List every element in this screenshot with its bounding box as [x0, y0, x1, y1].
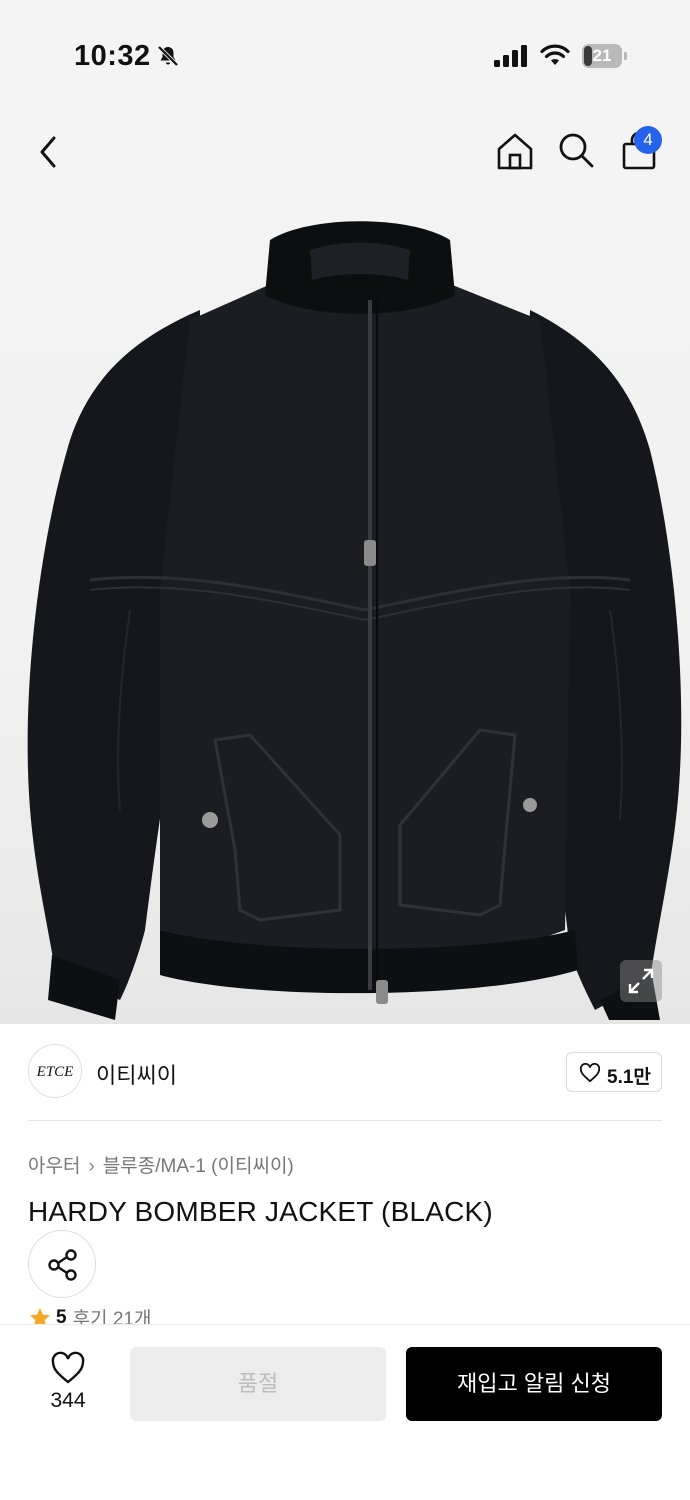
heart-icon — [579, 1063, 601, 1083]
bottom-action-bar: 344 품절 재입고 알림 신청 — [0, 1324, 690, 1500]
product-title: HARDY BOMBER JACKET (BLACK) — [28, 1196, 493, 1227]
expand-icon — [628, 968, 654, 994]
chevron-right-icon: › — [88, 1156, 95, 1177]
search-icon[interactable] — [556, 130, 596, 170]
divider — [28, 1120, 662, 1121]
breadcrumb: 아우터 › 블루종/MA-1 (이티씨이) — [28, 1151, 294, 1178]
breadcrumb-category[interactable]: 아우터 — [28, 1156, 80, 1177]
status-time: 10:32 — [74, 40, 151, 72]
battery-level: 21 — [592, 46, 612, 65]
heart-icon[interactable] — [50, 1351, 86, 1385]
signal-icon — [494, 45, 527, 67]
cart-count-badge: 4 — [634, 126, 662, 154]
battery-indicator: 21 — [582, 44, 628, 68]
brand-row[interactable]: ETCE 이티씨이 5.1만 — [28, 1044, 662, 1100]
share-button[interactable] — [28, 1230, 96, 1298]
wish-count: 344 — [50, 1389, 86, 1412]
product-image[interactable] — [10, 210, 690, 1020]
breadcrumb-subcategory[interactable]: 블루종/MA-1 (이티씨이) — [103, 1156, 294, 1177]
brand-logo[interactable]: ETCE — [28, 1044, 82, 1098]
status-bar: 10:32 21 — [0, 0, 690, 110]
brand-like-button[interactable]: 5.1만 — [566, 1052, 662, 1092]
wifi-icon — [540, 44, 570, 65]
battery-cap — [624, 52, 627, 60]
brand-name[interactable]: 이티씨이 — [96, 1058, 177, 1090]
zoom-button[interactable] — [620, 960, 662, 1002]
product-gallery[interactable]: 4 — [0, 110, 690, 1024]
back-icon[interactable] — [30, 130, 66, 174]
bell-off-icon — [157, 45, 179, 67]
soldout-button: 품절 — [130, 1347, 386, 1421]
restock-alert-button[interactable]: 재입고 알림 신청 — [406, 1347, 662, 1421]
home-icon[interactable] — [494, 130, 536, 172]
share-icon — [48, 1249, 77, 1281]
brand-like-count: 5.1만 — [607, 1067, 651, 1088]
